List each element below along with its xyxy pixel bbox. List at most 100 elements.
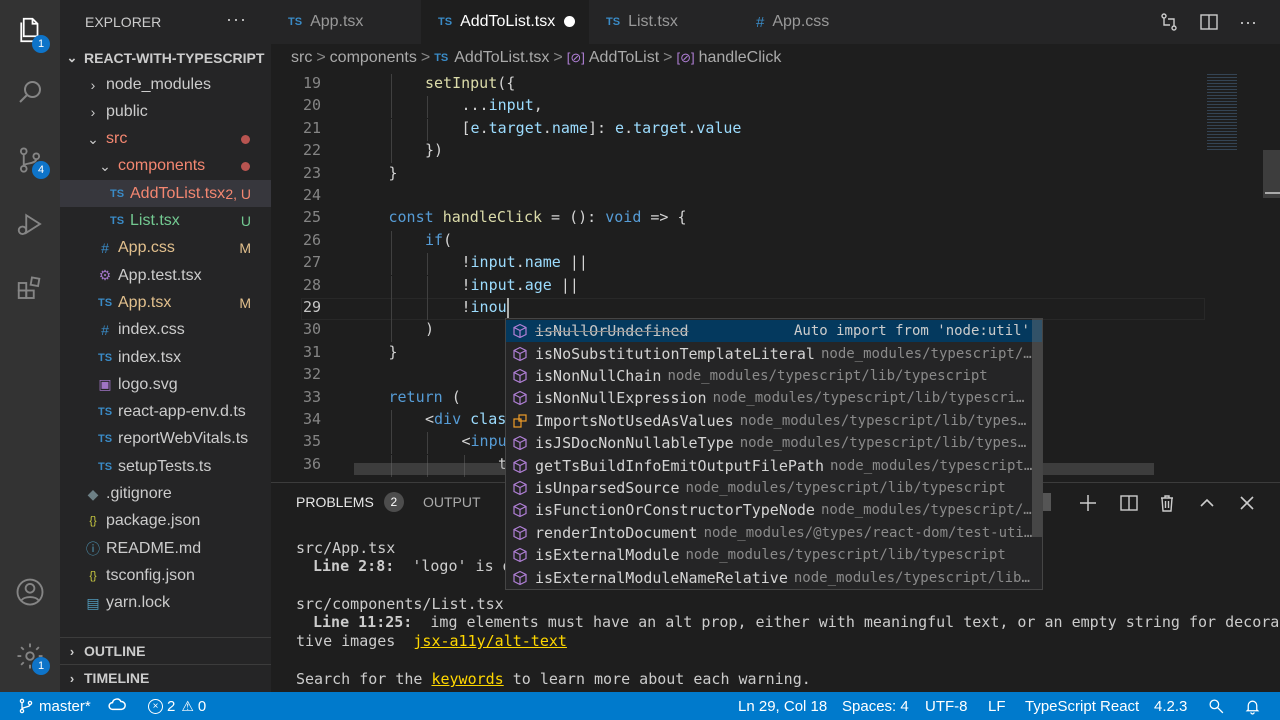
ts-version[interactable]: 4.2.3 — [1154, 692, 1187, 720]
suggest-scrollbar[interactable] — [1032, 319, 1042, 537]
branch-indicator[interactable]: master* — [18, 692, 91, 720]
tab-list-tsx[interactable]: TS List.tsx — [589, 0, 739, 44]
explorer-activity[interactable]: 1 — [0, 4, 60, 56]
breadcrumb-item[interactable]: AddToList — [589, 49, 659, 67]
folder-node-modules[interactable]: › node_modules — [60, 71, 271, 98]
file-app-test-tsx[interactable]: ⚙ App.test.tsx — [60, 262, 271, 289]
file-reportwebvitals[interactable]: TS reportWebVitals.ts — [60, 426, 271, 453]
more-actions-icon[interactable]: ··· — [1237, 12, 1259, 32]
accounts-activity[interactable] — [0, 566, 60, 618]
manage-activity[interactable]: 1 — [0, 630, 60, 682]
suggestion-item[interactable]: isNoSubstitutionTemplateLiteral node_modu… — [506, 342, 1042, 364]
minimap[interactable] — [1205, 72, 1280, 482]
indentation[interactable]: Spaces: 4 — [842, 692, 909, 720]
tab-app-css[interactable]: # App.css — [739, 0, 889, 44]
breadcrumb-item[interactable]: AddToList.tsx — [454, 49, 549, 67]
folder-components[interactable]: ⌄ components — [60, 153, 271, 180]
file-gitignore[interactable]: ◆ .gitignore — [60, 481, 271, 508]
vertical-scrollbar[interactable] — [1263, 150, 1280, 198]
code-line[interactable]: <inpu — [462, 432, 507, 450]
file-list-tsx[interactable]: TS List.tsx U — [60, 208, 271, 235]
file-app-css[interactable]: # App.css M — [60, 235, 271, 262]
feedback-icon[interactable] — [1208, 692, 1225, 720]
file-setuptests[interactable]: TS setupTests.ts — [60, 453, 271, 480]
file-app-tsx[interactable]: TS App.tsx M — [60, 289, 271, 316]
file-react-app-env[interactable]: TS react-app-env.d.ts — [60, 399, 271, 426]
code-line[interactable]: [e.target.name]: e.target.value — [462, 119, 742, 137]
line-ending[interactable]: LF — [988, 692, 1006, 720]
rule-link[interactable]: jsx-a11y/alt-text — [413, 632, 567, 650]
tab-app-tsx[interactable]: TS App.tsx — [271, 0, 421, 44]
tab-output[interactable]: OUTPUT — [423, 483, 481, 521]
chevron-up-icon[interactable] — [1197, 493, 1217, 513]
code-line[interactable]: !input.name || — [462, 253, 588, 271]
file-index-tsx[interactable]: TS index.tsx — [60, 344, 271, 371]
code-line[interactable]: ...input, — [462, 96, 543, 114]
search-activity[interactable] — [0, 66, 60, 118]
breadcrumb-item[interactable]: handleClick — [699, 49, 782, 67]
file-type-icon: TS — [97, 351, 113, 364]
code-line[interactable]: ) — [425, 320, 434, 338]
warning-count: 0 — [197, 697, 207, 715]
run-debug-activity[interactable] — [0, 198, 60, 250]
timeline-section[interactable]: › TIMELINE — [60, 664, 271, 691]
cube-icon — [509, 320, 531, 342]
split-terminal-icon[interactable] — [1119, 493, 1139, 513]
suggestion-item[interactable]: isExternalModule node_modules/typescript/… — [506, 544, 1042, 566]
close-icon[interactable] — [1237, 493, 1257, 513]
outline-section[interactable]: › OUTLINE — [60, 637, 271, 664]
suggestion-item[interactable]: isNonNullChain node_modules/typescript/li… — [506, 365, 1042, 387]
code-line[interactable]: if( — [425, 231, 452, 249]
code-line[interactable]: }) — [425, 141, 443, 159]
suggestion-item[interactable]: isJSDocNonNullableType node_modules/types… — [506, 432, 1042, 454]
trash-icon[interactable] — [1157, 493, 1177, 513]
extensions-activity[interactable] — [0, 262, 60, 314]
sync-icon[interactable] — [108, 692, 126, 720]
code-line[interactable]: !input.age || — [462, 276, 579, 294]
suggestion-item[interactable]: renderIntoDocument node_modules/@types/re… — [506, 522, 1042, 544]
breadcrumb-item[interactable]: src — [291, 49, 312, 67]
file-package-json[interactable]: {} package.json — [60, 508, 271, 535]
file-index-css[interactable]: # index.css — [60, 317, 271, 344]
keywords-link[interactable]: keywords — [431, 670, 503, 688]
code-line[interactable]: setInput({ — [425, 74, 515, 92]
tab-problems[interactable]: PROBLEMS 2 — [296, 483, 404, 521]
file-tsconfig[interactable]: {} tsconfig.json — [60, 562, 271, 589]
new-terminal-icon[interactable] — [1078, 493, 1098, 513]
suggestion-item[interactable]: getTsBuildInfoEmitOutputFilePath node_mod… — [506, 454, 1042, 476]
cursor-position[interactable]: Ln 29, Col 18 — [738, 692, 827, 720]
suggestion-item[interactable]: isExternalModuleNameRelative node_modules… — [506, 566, 1042, 588]
code-line[interactable]: !inou — [462, 298, 507, 316]
breadcrumb-item[interactable]: components — [330, 49, 417, 67]
file-readme[interactable]: ⓘ README.md — [60, 535, 271, 562]
tab-addtolist-tsx[interactable]: TS AddToList.tsx — [421, 0, 589, 44]
suggestion-item[interactable]: isFunctionOrConstructorTypeNode node_modu… — [506, 499, 1042, 521]
code-line[interactable]: <div clas — [425, 410, 506, 428]
file-addtolist-tsx[interactable]: TS AddToList.tsx 2, U — [60, 180, 271, 208]
suggestion-item[interactable]: isUnparsedSource node_modules/typescript/… — [506, 477, 1042, 499]
suggestion-item[interactable]: ImportsNotUsedAsValues node_modules/types… — [506, 410, 1042, 432]
problems-indicator[interactable]: × 2 ⚠ 0 — [148, 692, 206, 720]
more-actions-icon[interactable]: ··· — [226, 9, 247, 30]
tree-item-label: App.tsx — [118, 293, 172, 311]
suggestion-item[interactable]: isNonNullExpression node_modules/typescri… — [506, 387, 1042, 409]
folder-src[interactable]: ⌄ src — [60, 126, 271, 153]
split-editor-icon[interactable] — [1199, 12, 1219, 32]
problem-file: src/components/List.tsx — [296, 595, 504, 613]
code-line[interactable]: const handleClick = (): void => { — [389, 208, 687, 226]
code-line[interactable]: return ( — [389, 388, 461, 406]
scm-activity[interactable]: 4 — [0, 134, 60, 186]
unsaved-dot-icon[interactable] — [564, 16, 575, 27]
compare-changes-icon[interactable] — [1159, 12, 1179, 32]
code-line[interactable]: } — [389, 343, 398, 361]
language-mode[interactable]: TypeScript React — [1025, 692, 1139, 720]
file-logo-svg[interactable]: ▣ logo.svg — [60, 371, 271, 398]
code-line[interactable]: } — [389, 164, 398, 182]
bell-icon[interactable] — [1244, 692, 1261, 720]
encoding[interactable]: UTF-8 — [925, 692, 968, 720]
chevron-icon: ⌄ — [87, 130, 99, 147]
file-yarn-lock[interactable]: ▤ yarn.lock — [60, 590, 271, 617]
suggestion-item[interactable]: isNullOrUndefined Auto import from 'node:… — [506, 320, 1042, 343]
folder-public[interactable]: › public — [60, 98, 271, 125]
workspace-root[interactable]: ⌄ REACT-WITH-TYPESCRIPT — [60, 44, 271, 71]
